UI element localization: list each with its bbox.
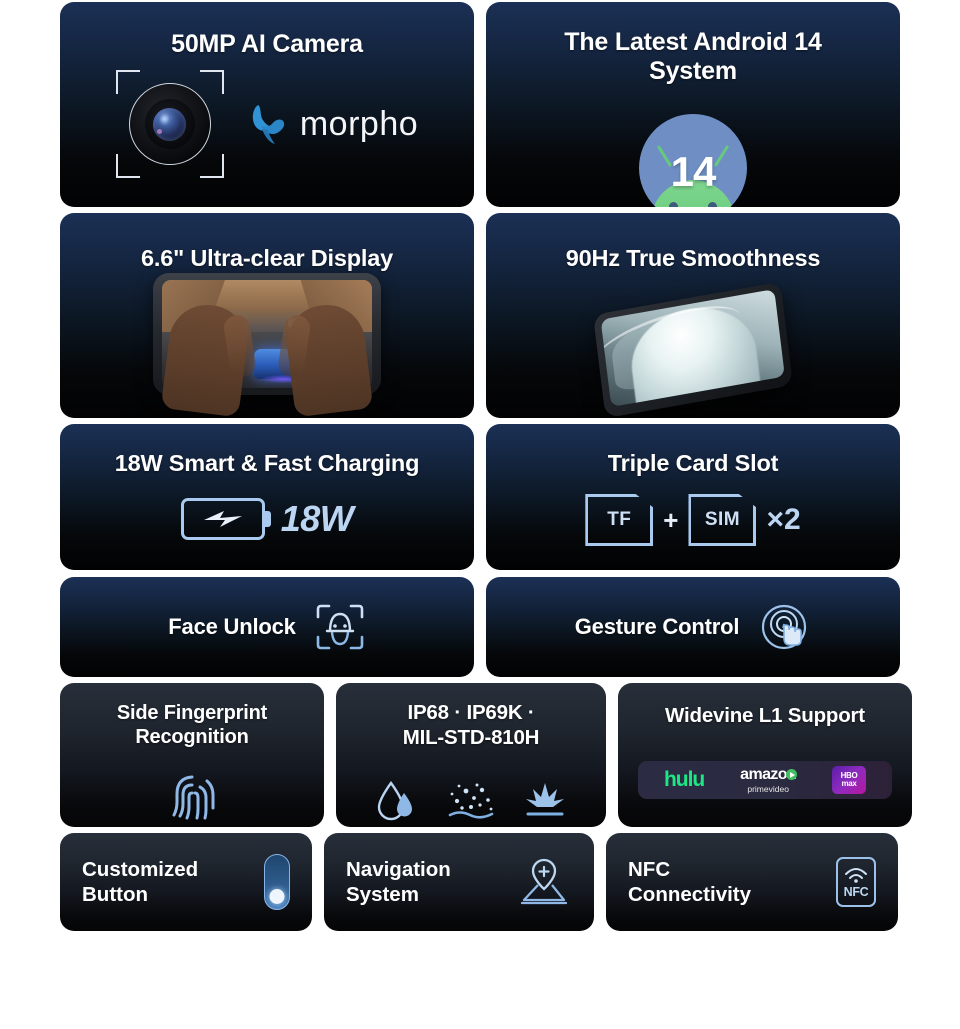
face-scan-icon (316, 604, 364, 650)
fingerprint-artwork (60, 771, 324, 825)
side-toggle-button-icon[interactable] (264, 854, 290, 910)
charging-wattage-value: 18W (280, 498, 354, 539)
display-artwork (60, 273, 474, 418)
nfc-badge-label: NFC (843, 885, 869, 899)
sim-card-icon: SIM (688, 494, 757, 546)
feature-row-5: Side Fingerprint Recognition IP68 · IP69… (60, 683, 912, 827)
fingerprint-title-line-2: Recognition (135, 726, 249, 749)
camera-lens-icon (128, 83, 211, 165)
android-artwork: 14 (486, 114, 900, 207)
fingerprint-title-line-1: Side Fingerprint (116, 702, 268, 724)
android-robot-icon: 14 (639, 114, 747, 207)
face-unlock-title: Face Unlock (168, 614, 296, 640)
feature-card-nfc[interactable]: NFC Connectivity NFC (606, 833, 898, 931)
durability-title-line-1: IP68 · IP69K · (407, 701, 535, 724)
touch-gesture-icon (762, 604, 807, 650)
navigation-title-line-1: Navigation (346, 857, 451, 881)
tf-card-icon: TF (585, 494, 654, 546)
streaming-services-bar: hulu amazon primevideo HBO max (638, 761, 892, 799)
feature-card-display[interactable]: 6.6" Ultra-clear Display (60, 213, 474, 418)
custom-button-title-line-2: Button (82, 883, 149, 906)
plus-icon: + (663, 504, 679, 535)
feature-card-refresh-rate[interactable]: 90Hz True Smoothness (486, 213, 900, 418)
camera-artwork: morpho (60, 70, 474, 178)
feature-card-widevine[interactable]: Widevine L1 Support hulu amazon primevid… (618, 683, 912, 827)
fingerprint-icon (172, 775, 215, 820)
feature-row-2: 6.6" Ultra-clear Display 90Hz True Smoot… (60, 213, 900, 418)
card-multiplier-label: ×2 (766, 503, 801, 536)
charging-card-title: 18W Smart & Fast Charging (114, 450, 420, 476)
android-version-badge: 14 (670, 148, 717, 195)
nfc-icon: NFC (836, 857, 876, 907)
android-title-line-1: The Latest Android 14 (564, 28, 822, 56)
water-drop-icon (377, 780, 412, 821)
feature-card-camera[interactable]: 50MP AI Camera morpho (60, 2, 474, 207)
cardslot-artwork: TF + SIM ×2 (486, 494, 900, 546)
customized-button-title: Customized Button (82, 857, 198, 908)
android-title-line-2: System (649, 57, 737, 85)
hulu-logo: hulu (663, 768, 705, 791)
phone-landscape-gaming-image (153, 273, 381, 418)
camera-card-title: 50MP AI Camera (171, 30, 363, 58)
refresh-artwork (486, 281, 900, 418)
feature-row-3: 18W Smart & Fast Charging 18W Triple Car… (60, 424, 900, 570)
morpho-butterfly-logo (252, 105, 285, 144)
primevideo-wordmark: primevideo (747, 783, 789, 794)
feature-card-card-slot[interactable]: Triple Card Slot TF + SIM ×2 (486, 424, 900, 570)
feature-card-navigation[interactable]: Navigation System (324, 833, 594, 931)
morpho-logo: morpho (250, 99, 418, 149)
phone-tilted-image (592, 281, 794, 418)
navigation-title-line-2: System (346, 883, 419, 906)
dust-particles-icon (448, 783, 494, 819)
custom-button-title-line-1: Customized (82, 857, 199, 881)
feature-card-durability[interactable]: IP68 · IP69K · MIL-STD-810H (336, 683, 606, 827)
feature-card-android[interactable]: The Latest Android 14 System 14 (486, 2, 900, 207)
drop-impact-icon (526, 783, 564, 816)
feature-card-gesture-control[interactable]: Gesture Control (486, 577, 900, 677)
feature-row-6: Customized Button Navigation System NFC … (60, 833, 900, 931)
feature-card-customized-button[interactable]: Customized Button (60, 833, 312, 931)
hbo-max-logo: HBO max (832, 766, 867, 794)
nfc-title-line-2: Connectivity (628, 883, 752, 906)
refresh-card-title: 90Hz True Smoothness (565, 245, 821, 271)
fingerprint-card-title: Side Fingerprint Recognition (60, 683, 324, 750)
max-label: max (841, 779, 857, 788)
gesture-control-title: Gesture Control (574, 614, 740, 640)
feature-row-4: Face Unlock Gesture Control (60, 577, 900, 677)
nfc-title-line-1: NFC (628, 857, 671, 881)
widevine-card-title: Widevine L1 Support (665, 704, 865, 727)
navigation-card-title: Navigation System (346, 857, 451, 908)
durability-card-title: IP68 · IP69K · MIL-STD-810H (336, 683, 606, 750)
amazon-wordmark: amazon (740, 765, 798, 783)
cardslot-card-title: Triple Card Slot (607, 450, 779, 476)
feature-card-face-unlock[interactable]: Face Unlock (60, 577, 474, 677)
feature-grid-page: 50MP AI Camera morpho The Latest Android… (0, 2, 960, 1029)
morpho-wordmark: morpho (299, 104, 419, 143)
nfc-card-title: NFC Connectivity (628, 857, 751, 908)
feature-card-fingerprint[interactable]: Side Fingerprint Recognition (60, 683, 324, 827)
durability-title-line-2: MIL-STD-810H (402, 726, 540, 749)
map-pin-navigation-icon (520, 858, 568, 905)
battery-bolt-icon (180, 498, 265, 540)
durability-artwork (336, 779, 606, 823)
amazon-prime-video-logo: amazon primevideo (740, 765, 798, 794)
display-card-title: 6.6" Ultra-clear Display (141, 245, 393, 271)
nfc-waves-icon (845, 868, 867, 883)
feature-card-charging[interactable]: 18W Smart & Fast Charging 18W (60, 424, 474, 570)
viewfinder-brackets-icon (115, 70, 224, 178)
charging-artwork: 18W (60, 498, 474, 540)
android-card-title: The Latest Android 14 System (486, 2, 900, 86)
feature-row-1: 50MP AI Camera morpho The Latest Android… (60, 2, 900, 207)
